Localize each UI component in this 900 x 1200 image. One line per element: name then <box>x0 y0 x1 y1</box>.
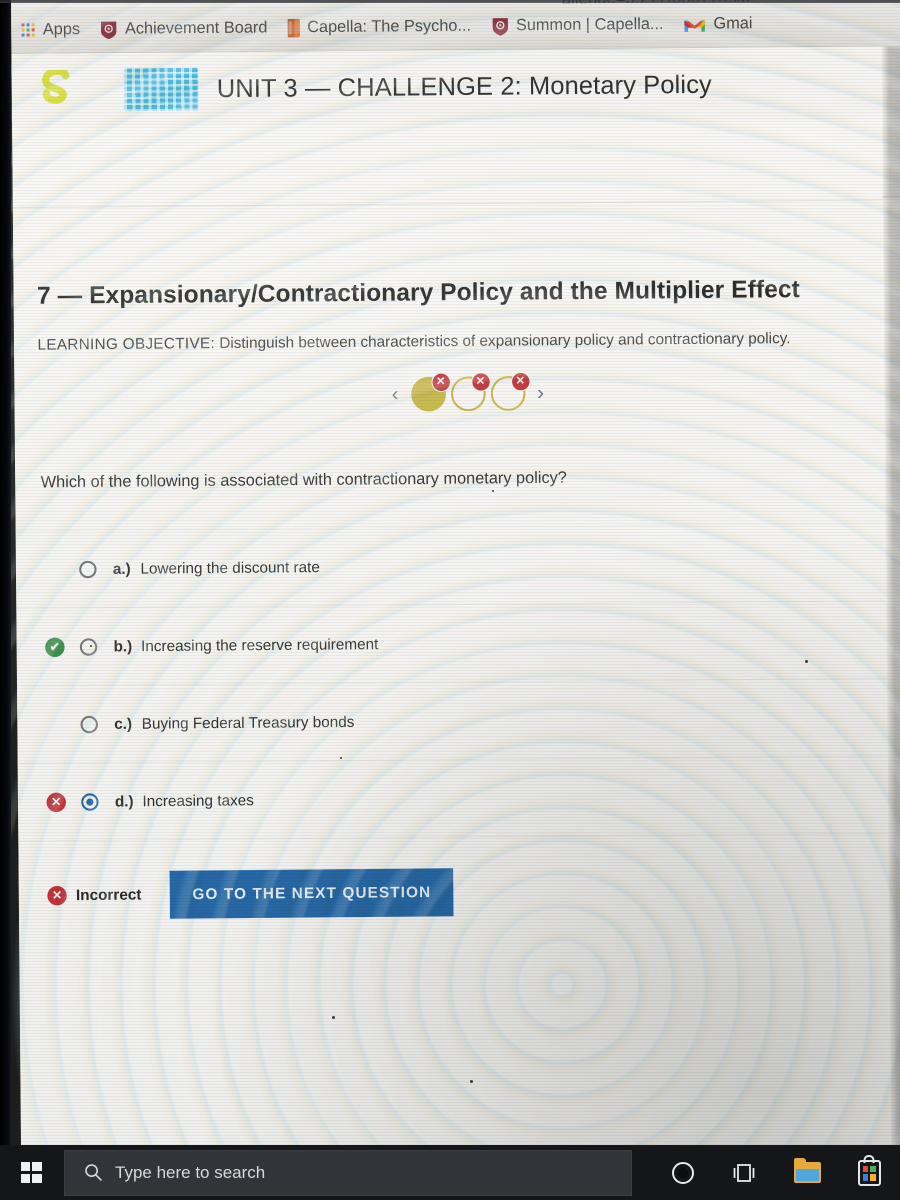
folder-glyph <box>793 1158 821 1183</box>
bookmarks-bar: Apps Achievement Board Capella: The Psyc… <box>11 0 900 55</box>
option-text: Lowering the discount rate <box>140 558 320 578</box>
option-letter: d.) <box>114 792 134 811</box>
apps-grid-icon <box>21 23 35 37</box>
file-explorer-icon[interactable] <box>776 1145 838 1200</box>
answer-options: a.) Lowering the discount rate ✔ b.) Inc… <box>15 522 900 842</box>
shield-icon <box>491 17 509 37</box>
browser-window: allenge=5:277/85677/exp Apps <box>11 0 900 1168</box>
unit-title: UNIT 3 — CHALLENGE 2: Monetary Policy <box>216 69 712 103</box>
course-header: UNIT 3 — CHALLENGE 2: Monetary Policy <box>11 46 900 128</box>
option-letter: c.) <box>114 715 133 733</box>
bookmark-label: Apps <box>42 20 81 39</box>
search-placeholder-text: Type here to search <box>115 1162 266 1182</box>
monitor-bezel-left <box>0 0 11 1145</box>
step-navigation: ‹ ✕ ✕ ✕ › <box>14 371 900 416</box>
option-text: Buying Federal Treasury bonds <box>141 713 355 733</box>
cortana-ring <box>672 1161 694 1184</box>
search-input[interactable]: Type here to search <box>64 1149 632 1196</box>
step-dots: ✕ ✕ ✕ <box>410 371 531 412</box>
result-row: ✕ Incorrect GO TO THE NEXT QUESTION <box>19 852 900 931</box>
search-icon <box>84 1163 103 1182</box>
option-letter: a.) <box>112 559 131 578</box>
step-dot-3[interactable]: ✕ <box>490 371 531 411</box>
cortana-icon[interactable] <box>652 1145 714 1200</box>
result-label: Incorrect <box>75 885 142 904</box>
option-mark <box>46 715 66 735</box>
option-row-b[interactable]: ✔ b.) Increasing the reserve requirement <box>16 601 900 687</box>
bookmark-capella-psychology[interactable]: Capella: The Psycho... <box>277 9 481 45</box>
question-prompt: Which of the following is associated wit… <box>40 469 567 492</box>
bookmark-summon-capella[interactable]: Summon | Capella... <box>481 7 674 43</box>
bookmark-label: Achievement Board <box>124 19 268 38</box>
option-row-d[interactable]: ✕ d.) Increasing taxes <box>17 756 900 842</box>
step-dot-1[interactable]: ✕ <box>410 372 451 412</box>
wrong-badge: ✕ <box>470 372 491 392</box>
option-mark <box>44 560 64 580</box>
radio-option-a[interactable] <box>79 560 97 578</box>
book-icon <box>287 18 301 38</box>
bookmark-gmail[interactable]: Gmai <box>674 7 763 42</box>
go-to-next-question-button[interactable]: GO TO THE NEXT QUESTION <box>169 867 454 919</box>
divider <box>882 196 900 198</box>
chevron-left-icon[interactable]: ‹ <box>379 383 410 407</box>
bookmark-label: Summon | Capella... <box>515 15 664 35</box>
learning-objective: LEARNING OBJECTIVE: Distinguish between … <box>37 330 790 354</box>
monitor-bezel-top <box>0 0 900 3</box>
task-view-glyph <box>733 1163 755 1182</box>
windows-logo <box>20 1162 42 1183</box>
sophia-s-logo[interactable] <box>40 67 75 111</box>
option-row-a[interactable]: a.) Lowering the discount rate <box>15 522 900 609</box>
bookmark-label: Capella: The Psycho... <box>307 17 472 37</box>
windows-taskbar: Type here to search <box>0 1145 900 1200</box>
lesson-content: 7 — Expansionary/Contractionary Policy a… <box>12 119 900 1168</box>
radio-option-d[interactable] <box>81 792 99 811</box>
correct-mark-icon: ✔ <box>45 637 65 657</box>
radio-option-b[interactable] <box>79 637 98 656</box>
step-dot-2[interactable]: ✕ <box>450 372 491 412</box>
windows-start-icon[interactable] <box>0 1145 62 1200</box>
gmail-icon <box>684 16 707 33</box>
task-view-icon[interactable] <box>714 1145 776 1200</box>
radio-option-c[interactable] <box>80 715 98 733</box>
store-glyph <box>857 1154 881 1186</box>
option-row-c[interactable]: c.) Buying Federal Treasury bonds <box>16 678 900 764</box>
bookmark-achievement-board[interactable]: Achievement Board <box>90 11 278 47</box>
bookmark-apps[interactable]: Apps <box>11 13 90 48</box>
learning-objective-label: LEARNING OBJECTIVE: <box>37 334 216 354</box>
wrong-badge: ✕ <box>510 371 531 392</box>
bookmark-label: Gmai <box>713 14 753 33</box>
shield-icon <box>100 20 118 40</box>
monitor-photo: allenge=5:277/85677/exp Apps <box>0 0 900 1200</box>
incorrect-badge-icon: ✕ <box>47 885 67 905</box>
lesson-title: 7 — Expansionary/Contractionary Policy a… <box>36 275 801 310</box>
option-letter: b.) <box>113 637 133 655</box>
option-text: Increasing taxes <box>142 791 254 810</box>
unit-grid-icon <box>123 67 199 112</box>
wrong-mark-icon: ✕ <box>46 792 67 812</box>
microsoft-store-icon[interactable] <box>838 1145 900 1200</box>
option-text: Increasing the reserve requirement <box>141 635 379 655</box>
wrong-badge: ✕ <box>430 372 451 393</box>
learning-objective-text: Distinguish between characteristics of e… <box>219 329 791 353</box>
divider <box>12 199 900 209</box>
